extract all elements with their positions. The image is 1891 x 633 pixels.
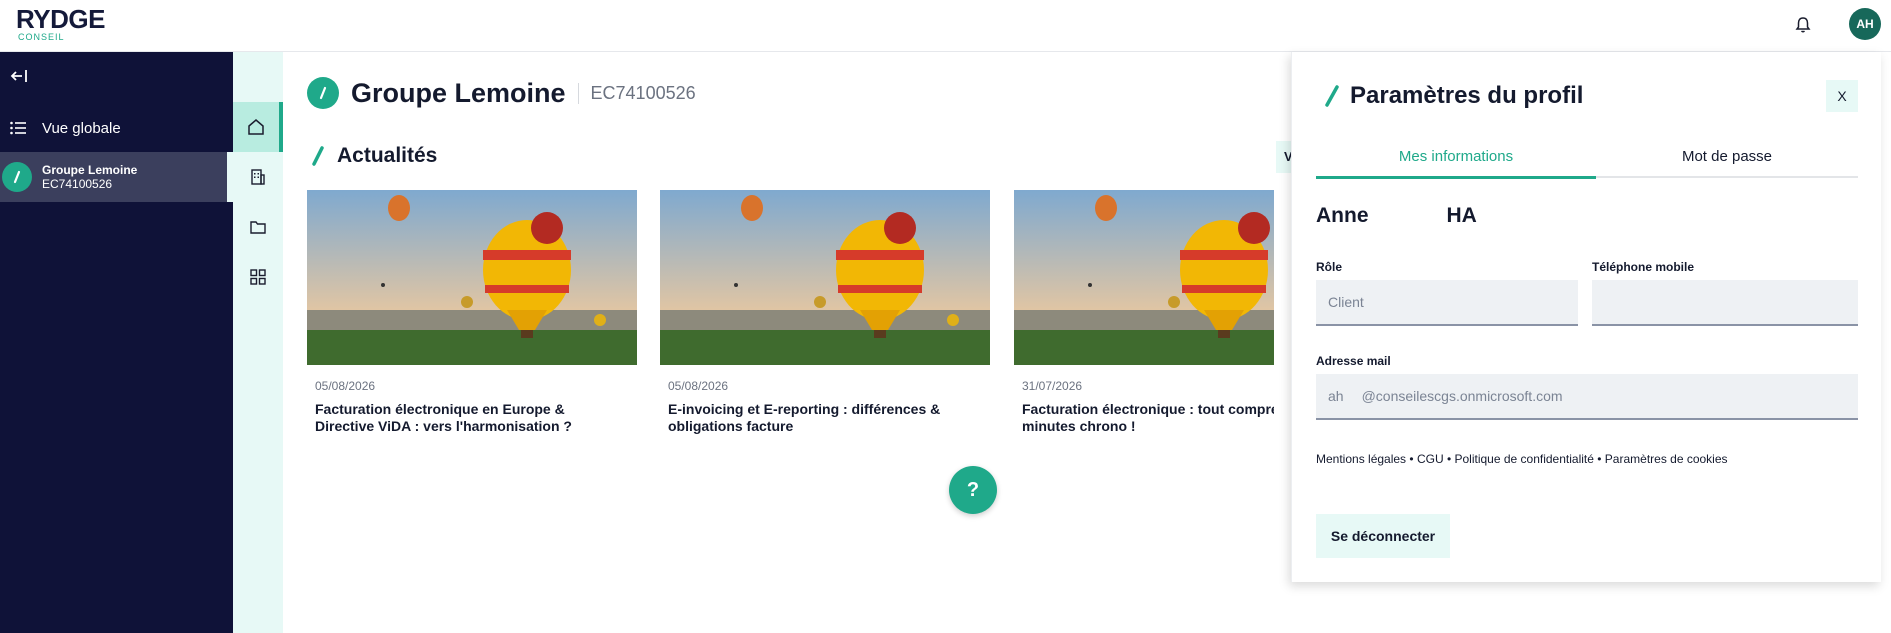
page-header: Groupe Lemoine EC74100526 xyxy=(307,77,696,109)
page-code: EC74100526 xyxy=(577,82,696,104)
footer-links: Mentions légales • CGU • Politique de co… xyxy=(1316,452,1728,466)
tab-my-information[interactable]: Mes informations xyxy=(1316,148,1596,179)
sidebar-item-overview[interactable]: Vue globale xyxy=(0,116,233,140)
building-button[interactable] xyxy=(233,152,283,202)
logo[interactable]: RYDGE CONSEIL xyxy=(16,4,106,42)
group-name: Groupe Lemoine xyxy=(42,163,138,177)
phone-label: Téléphone mobile xyxy=(1592,260,1695,274)
page-title: Groupe Lemoine xyxy=(351,77,566,108)
tab-password[interactable]: Mot de passe xyxy=(1596,148,1858,178)
profile-tabs: Mes informations Mot de passe xyxy=(1316,148,1858,179)
email-suffix: @conseilescgs.onmicrosoft.com xyxy=(1361,388,1563,404)
cgu-link[interactable]: CGU xyxy=(1417,452,1444,466)
balloon-image xyxy=(307,190,637,365)
news-title[interactable]: E-invoicing et E-reporting : différences… xyxy=(668,401,968,435)
section-slash-icon xyxy=(312,146,324,166)
icon-rail xyxy=(233,52,283,633)
role-field[interactable]: Client xyxy=(1316,280,1578,326)
cookie-settings-link[interactable]: Paramètres de cookies xyxy=(1605,452,1728,466)
grid-icon xyxy=(250,269,266,285)
building-icon xyxy=(251,169,265,185)
top-bar: RYDGE CONSEIL AH xyxy=(0,0,1891,52)
close-button[interactable]: X xyxy=(1826,80,1858,112)
balloon-image xyxy=(660,190,990,365)
news-title[interactable]: Facturation électronique en Europe & Dir… xyxy=(315,401,615,435)
folder-button[interactable] xyxy=(233,202,283,252)
news-date: 05/08/2026 xyxy=(668,379,729,393)
sidebar-item-label: Vue globale xyxy=(42,119,121,137)
news-card[interactable]: 05/08/2026 E-invoicing et E-reporting : … xyxy=(660,190,990,435)
news-card[interactable]: 31/07/2026 Facturation électronique : to… xyxy=(1014,190,1274,435)
sidebar-item-group[interactable]: Groupe Lemoine EC74100526 xyxy=(0,152,233,202)
news-card[interactable]: 05/08/2026 Facturation électronique en E… xyxy=(307,190,637,435)
first-name: Anne xyxy=(1316,204,1369,227)
news-date: 05/08/2026 xyxy=(315,379,376,393)
logo-main: RYDGE xyxy=(16,4,106,34)
last-name: HA xyxy=(1446,204,1477,227)
privacy-link[interactable]: Politique de confidentialité xyxy=(1454,452,1593,466)
main-content: Groupe Lemoine EC74100526 Actualités V 0… xyxy=(283,52,1296,633)
email-field[interactable]: ah @conseilescgs.onmicrosoft.com xyxy=(1316,374,1858,420)
collapse-sidebar-icon[interactable] xyxy=(10,68,30,84)
slash-icon xyxy=(307,77,339,109)
profile-panel: Paramètres du profil X Mes informations … xyxy=(1291,52,1881,582)
home-button[interactable] xyxy=(233,102,283,152)
apps-button[interactable] xyxy=(233,252,283,302)
email-label: Adresse mail xyxy=(1316,354,1391,368)
logout-button[interactable]: Se déconnecter xyxy=(1316,514,1450,558)
panel-header: Paramètres du profil xyxy=(1324,82,1583,110)
panel-title: Paramètres du profil xyxy=(1350,82,1584,109)
news-section-header: Actualités xyxy=(311,144,437,168)
section-title: Actualités xyxy=(337,144,438,167)
avatar[interactable]: AH xyxy=(1849,8,1881,40)
help-button[interactable]: ? xyxy=(949,466,997,514)
list-icon xyxy=(10,121,26,135)
news-title[interactable]: Facturation électronique : tout comprend… xyxy=(1022,401,1274,435)
news-date: 31/07/2026 xyxy=(1022,379,1083,393)
sidebar: Vue globale Groupe Lemoine EC74100526 xyxy=(0,52,233,633)
balloon-image xyxy=(1014,190,1274,365)
bell-icon[interactable] xyxy=(1793,15,1813,35)
user-name: Anne HA xyxy=(1316,204,1477,228)
group-slash-icon xyxy=(2,162,32,192)
panel-slash-icon xyxy=(1325,85,1339,107)
email-prefix: ah xyxy=(1328,388,1344,404)
legal-link[interactable]: Mentions légales xyxy=(1316,452,1406,466)
home-icon xyxy=(248,119,264,135)
phone-field[interactable] xyxy=(1592,280,1858,326)
group-code: EC74100526 xyxy=(42,177,113,191)
folder-icon xyxy=(250,221,266,234)
role-label: Rôle xyxy=(1316,260,1343,274)
